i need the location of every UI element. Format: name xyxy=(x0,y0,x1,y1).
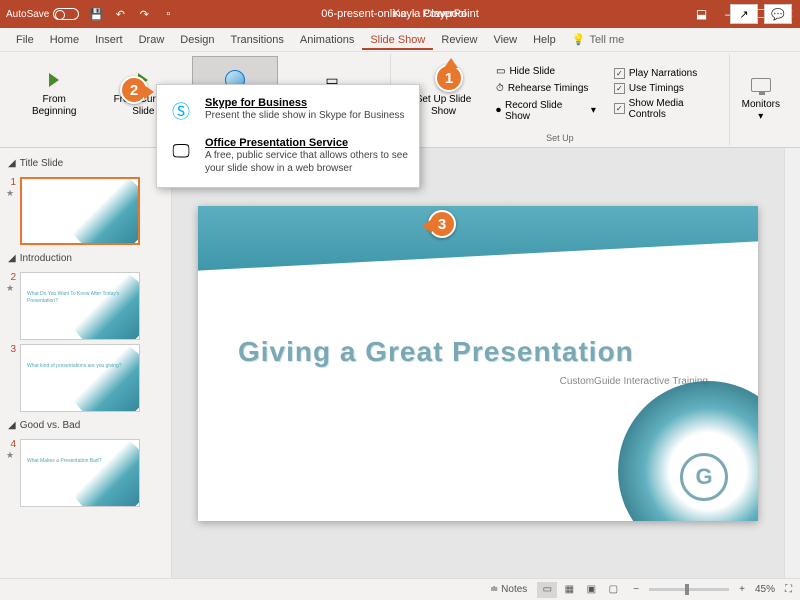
slide-thumbnails-panel[interactable]: ◢ Title Slide 1★ ◢ Introduction 2★ What … xyxy=(0,148,172,578)
zoom-in-button[interactable]: + xyxy=(739,584,745,595)
slide-header-graphic xyxy=(198,206,758,274)
zoom-out-button[interactable]: − xyxy=(633,584,639,595)
group-label: Set Up xyxy=(546,131,574,143)
callout-marker: 3 xyxy=(428,210,456,238)
office-presentation-service-option[interactable]: 🖵 Office Presentation Service A free, pu… xyxy=(157,131,419,181)
reading-view-button[interactable]: ▣ xyxy=(581,582,601,598)
save-icon[interactable]: 💾 xyxy=(89,7,103,21)
show-media-controls-checkbox[interactable]: ✓Show Media Controls xyxy=(612,97,723,121)
tell-me-search[interactable]: 💡 Tell me xyxy=(572,33,625,46)
autosave-toggle[interactable]: AutoSave xyxy=(6,8,79,20)
redo-icon[interactable]: ↷ xyxy=(137,7,151,21)
tab-draw[interactable]: Draw xyxy=(131,30,173,50)
use-timings-checkbox[interactable]: ✓Use Timings xyxy=(612,82,723,95)
slide-thumbnail[interactable]: What kind of presentations are you givin… xyxy=(20,344,140,412)
tab-animations[interactable]: Animations xyxy=(292,30,362,50)
slide-corner-graphic xyxy=(618,381,758,521)
section-header[interactable]: ◢ Title Slide xyxy=(6,154,165,173)
skype-icon: Ⓢ xyxy=(167,97,195,125)
record-slide-show-button[interactable]: ⏺Record Slide Show ▾ xyxy=(492,98,600,124)
hide-slide-button[interactable]: ▭Hide Slide xyxy=(492,64,600,79)
slide-title[interactable]: Giving a Great Presentation xyxy=(238,336,634,368)
slide-logo: G xyxy=(680,453,728,501)
presentation-service-icon: 🖵 xyxy=(167,137,195,165)
slide-thumbnail[interactable] xyxy=(20,177,140,245)
tab-transitions[interactable]: Transitions xyxy=(223,30,292,50)
slide-editor[interactable]: Giving a Great Presentation CustomGuide … xyxy=(172,148,784,578)
play-narrations-checkbox[interactable]: ✓Play Narrations xyxy=(612,67,723,80)
tab-home[interactable]: Home xyxy=(42,30,87,50)
tab-design[interactable]: Design xyxy=(172,30,222,50)
tab-review[interactable]: Review xyxy=(433,30,485,50)
callout-marker: 1 xyxy=(435,64,463,92)
tab-file[interactable]: File xyxy=(8,30,42,50)
record-icon: ⏺ xyxy=(496,105,501,116)
zoom-level[interactable]: 45% xyxy=(755,584,775,595)
monitors-button[interactable]: Monitors▾ xyxy=(736,56,786,141)
monitor-icon xyxy=(751,78,771,92)
section-header[interactable]: ◢ Introduction xyxy=(6,249,165,268)
document-title: 06-present-online - PowerPoint xyxy=(321,8,479,20)
fit-to-window-button[interactable]: ⛶ xyxy=(785,584,792,595)
start-show-icon[interactable]: ▫ xyxy=(161,7,175,21)
tab-help[interactable]: Help xyxy=(525,30,564,50)
workspace: ◢ Title Slide 1★ ◢ Introduction 2★ What … xyxy=(0,148,800,578)
ribbon-options-icon[interactable]: ⬓ xyxy=(696,7,707,21)
rehearse-timings-button[interactable]: ⏱Rehearse Timings xyxy=(492,81,600,96)
undo-icon[interactable]: ↶ xyxy=(113,7,127,21)
status-bar: ≐ Notes ▭ ▦ ▣ ▢ − + 45% ⛶ xyxy=(0,578,800,600)
slide-sorter-view-button[interactable]: ▦ xyxy=(559,582,579,598)
normal-view-button[interactable]: ▭ xyxy=(537,582,557,598)
hide-icon: ▭ xyxy=(496,66,505,77)
slideshow-view-button[interactable]: ▢ xyxy=(603,582,623,598)
tab-view[interactable]: View xyxy=(485,30,525,50)
present-online-dropdown: Ⓢ Skype for Business Present the slide s… xyxy=(156,84,420,188)
skype-for-business-option[interactable]: Ⓢ Skype for Business Present the slide s… xyxy=(157,91,419,131)
current-slide[interactable]: Giving a Great Presentation CustomGuide … xyxy=(198,206,758,521)
share-button[interactable]: ↗ xyxy=(730,4,758,24)
tab-slide-show[interactable]: Slide Show xyxy=(362,30,433,50)
section-header[interactable]: ◢ Good vs. Bad xyxy=(6,416,165,435)
play-icon xyxy=(49,73,59,87)
callout-marker: 2 xyxy=(120,76,148,104)
slide-thumbnail[interactable]: What Do You Want To Know After Today's P… xyxy=(20,272,140,340)
slide-thumbnail[interactable]: What Makes a Presentation Bad? xyxy=(20,439,140,507)
zoom-slider[interactable] xyxy=(649,588,729,591)
vertical-scrollbar[interactable] xyxy=(784,148,800,578)
menu-bar: File Home Insert Draw Design Transitions… xyxy=(0,28,800,52)
clock-icon: ⏱ xyxy=(496,83,504,94)
from-beginning-button[interactable]: From Beginning xyxy=(14,56,94,131)
comments-button[interactable]: 💬 xyxy=(764,4,792,24)
notes-button[interactable]: ≐ Notes xyxy=(490,584,527,595)
title-bar: AutoSave 💾 ↶ ↷ ▫ 06-present-online - Pow… xyxy=(0,0,800,28)
tab-insert[interactable]: Insert xyxy=(87,30,131,50)
